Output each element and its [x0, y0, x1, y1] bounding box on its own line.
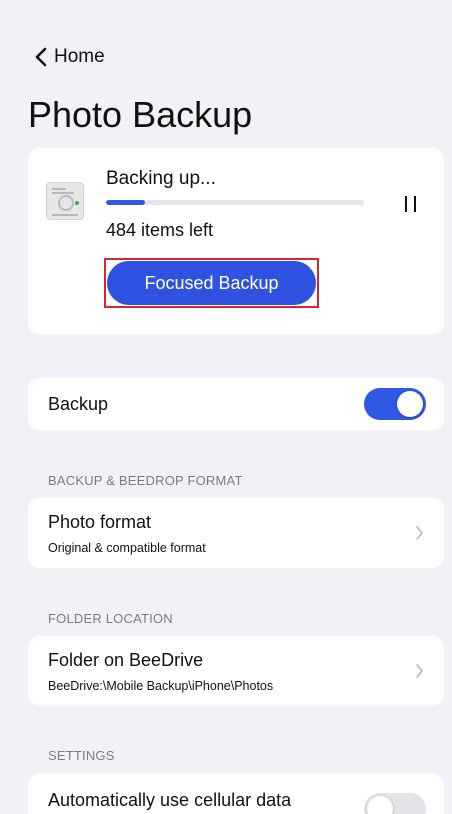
toggle-knob	[367, 796, 393, 814]
items-left-text: 484 items left	[106, 220, 214, 240]
pause-icon	[405, 196, 407, 212]
backup-status-card: Backing up... 484 items left Focused Bac…	[28, 148, 444, 334]
photo-thumbnail	[46, 182, 84, 220]
page-title: Photo Backup	[28, 94, 253, 135]
cellular-data-row: Automatically use cellular data	[28, 773, 444, 814]
folder-title: Folder on BeeDrive	[48, 650, 204, 670]
backup-toggle[interactable]	[364, 388, 426, 420]
backup-toggle-row: Backup	[28, 378, 444, 430]
photo-format-title: Photo format	[48, 512, 152, 532]
chevron-right-icon	[416, 526, 423, 540]
chevron-right-icon	[416, 664, 423, 678]
back-label: Home	[54, 46, 105, 67]
cellular-data-toggle[interactable]	[364, 793, 426, 814]
photo-format-row[interactable]: Photo format Original & compatible forma…	[28, 498, 444, 568]
focused-backup-button[interactable]: Focused Backup	[107, 261, 316, 305]
folder-path: BeeDrive:\Mobile Backup\iPhone\Photos	[48, 679, 274, 693]
back-button[interactable]: Home	[34, 46, 105, 68]
section-header-folder: FOLDER LOCATION	[48, 611, 173, 626]
backup-label: Backup	[48, 394, 109, 414]
chevron-left-icon	[35, 47, 47, 67]
pause-button[interactable]	[400, 192, 422, 218]
progress-fill	[106, 200, 145, 205]
folder-location-row[interactable]: Folder on BeeDrive BeeDrive:\Mobile Back…	[28, 636, 444, 706]
cellular-data-label: Automatically use cellular data	[48, 790, 292, 810]
toggle-knob	[397, 391, 423, 417]
section-header-settings: SETTINGS	[48, 748, 115, 763]
photo-format-subtitle: Original & compatible format	[48, 541, 206, 555]
status-title: Backing up...	[106, 168, 216, 189]
section-header-format: BACKUP & BEEDROP FORMAT	[48, 473, 243, 488]
progress-bar	[106, 200, 364, 205]
